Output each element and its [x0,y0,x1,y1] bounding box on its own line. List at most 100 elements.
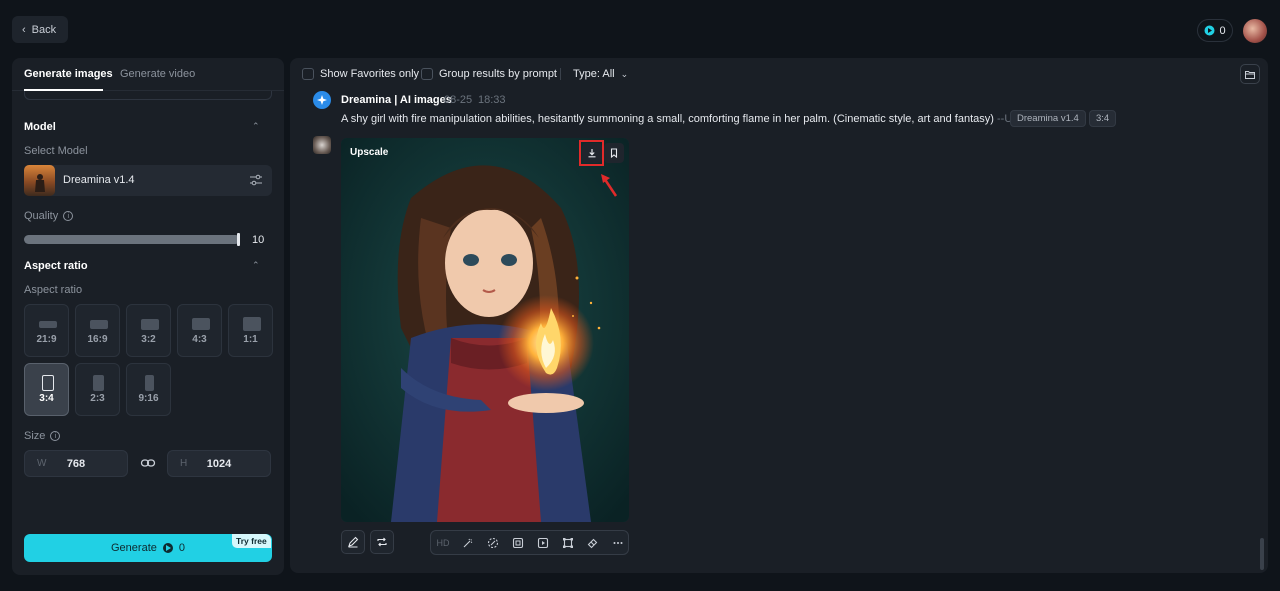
results-scrollbar[interactable] [1260,538,1264,570]
aspect-ratio-shape-icon [42,375,54,391]
aspect-ratio-shape-icon [90,320,108,329]
model-selector[interactable]: Dreamina v1.4 [24,165,272,196]
select-model-label: Select Model [24,145,88,157]
credits-count: 0 [1219,24,1226,37]
aspect-ratio-label: 3:4 [39,393,54,404]
message-time: 18:33 [478,94,506,106]
aspect-ratio-option-9-16[interactable]: 9:16 [126,363,171,416]
model-tag: Dreamina v1.4 [1010,110,1086,127]
edit-button[interactable] [341,530,365,554]
height-value: 1024 [206,458,232,470]
info-icon[interactable]: i [50,431,61,441]
filter-divider [560,68,561,80]
width-value: 768 [66,458,86,470]
coin-icon [162,543,173,553]
aspect-ratio-option-3-2[interactable]: 3:2 [126,304,171,357]
aspect-ratio-label: Aspect ratio [24,284,83,296]
upscale-label: Upscale [350,147,389,158]
aspect-ratio-shape-icon [141,319,159,330]
collapse-aspect-ratio-icon[interactable]: ⌃ [252,260,262,270]
group-checkbox[interactable] [421,68,433,80]
regenerate-button[interactable] [370,530,394,554]
aspect-ratio-option-4-3[interactable]: 4:3 [177,304,222,357]
model-thumbnail [24,165,55,196]
aspect-ratio-label: 3:2 [141,334,156,345]
aspect-ratio-label: 1:1 [243,334,258,345]
aspect-ratio-label: 2:3 [90,393,105,404]
bookmark-button[interactable] [604,143,624,163]
type-filter[interactable]: Type: All ⌄ [573,68,628,80]
favorites-filter[interactable]: Show Favorites only [302,68,419,80]
aspect-ratio-label: 21:9 [36,334,57,345]
info-icon[interactable]: i [63,211,74,221]
prompt-text: A shy girl with fire manipulation abilit… [341,113,1050,125]
sender-name: Dreamina | AI images [341,94,452,106]
prompt-input-edge[interactable] [24,91,272,100]
generate-cost: 0 [178,542,185,554]
try-free-badge: Try free [232,534,271,548]
sliders-icon[interactable] [249,174,263,186]
more-icon[interactable] [611,536,625,550]
generate-label: Generate [111,542,157,554]
tab-generate-video[interactable]: Generate video [120,68,195,80]
height-input[interactable]: H 1024 [167,450,271,477]
aspect-ratio-label: 16:9 [87,334,108,345]
model-name: Dreamina v1.4 [63,174,135,186]
aspect-ratio-option-3-4[interactable]: 3:4 [24,363,69,416]
quality-slider-handle[interactable] [237,233,240,246]
ratio-tag: 3:4 [1089,110,1117,127]
aspect-ratio-label: 4:3 [192,334,207,345]
result-image-card[interactable]: Upscale [341,138,629,522]
chevron-left-icon: ‹ [22,23,26,36]
coin-icon [1204,25,1215,36]
group-label: Group results by prompt [439,68,557,80]
aspect-ratio-label: 9:16 [138,393,159,404]
quality-label: Quality i [24,210,74,222]
image-tools-toolbar: HD [430,530,629,555]
result-image [341,138,629,522]
chevron-down-icon: ⌄ [620,68,629,79]
frame-icon[interactable] [511,536,525,550]
user-avatar[interactable] [1243,19,1267,43]
tab-generate-images[interactable]: Generate images [24,68,113,80]
inpaint-icon[interactable] [486,536,500,550]
folder-icon[interactable] [1240,64,1260,84]
link-icon[interactable] [140,456,156,470]
quality-value: 10 [252,234,265,246]
eraser-icon[interactable] [586,536,600,550]
aspect-ratio-shape-icon [243,317,261,331]
expand-icon[interactable] [536,536,550,550]
annotation-arrow-icon [601,174,618,197]
favorites-label: Show Favorites only [320,68,420,80]
aspect-ratio-shape-icon [145,375,154,391]
dreamina-logo-icon [313,91,331,109]
favorites-checkbox[interactable] [302,68,314,80]
download-highlight-box [579,140,604,166]
back-button[interactable]: ‹ Back [12,16,69,43]
top-bar: ‹ Back 0 [0,0,1280,58]
generation-tabs: Generate images Generate video [12,58,284,91]
bookmark-icon [610,148,618,158]
aspect-ratio-section-title: Aspect ratio [24,260,88,272]
message-date: 08-25 [444,94,473,106]
aspect-ratio-option-21-9[interactable]: 21:9 [24,304,69,357]
aspect-ratio-option-16-9[interactable]: 16:9 [75,304,120,357]
repeat-icon [377,537,387,547]
width-input[interactable]: W 768 [24,450,128,477]
group-filter[interactable]: Group results by prompt [421,68,557,80]
quality-slider-track[interactable] [24,235,240,244]
credits-badge[interactable]: 0 [1197,19,1233,42]
aspect-ratio-shape-icon [93,375,104,391]
collapse-model-icon[interactable]: ⌃ [252,121,262,131]
type-label: Type: All [573,68,615,80]
size-label: Size i [24,430,61,442]
magic-wand-icon[interactable] [461,536,475,550]
model-section-title: Model [24,121,56,133]
aspect-ratio-option-2-3[interactable]: 2:3 [75,363,120,416]
aspect-ratio-option-1-1[interactable]: 1:1 [228,304,273,357]
aspect-ratio-shape-icon [39,321,57,328]
back-label: Back [31,23,57,36]
hd-button[interactable]: HD [436,536,450,550]
crop-icon[interactable] [561,536,575,550]
prompt-avatar [313,136,331,154]
